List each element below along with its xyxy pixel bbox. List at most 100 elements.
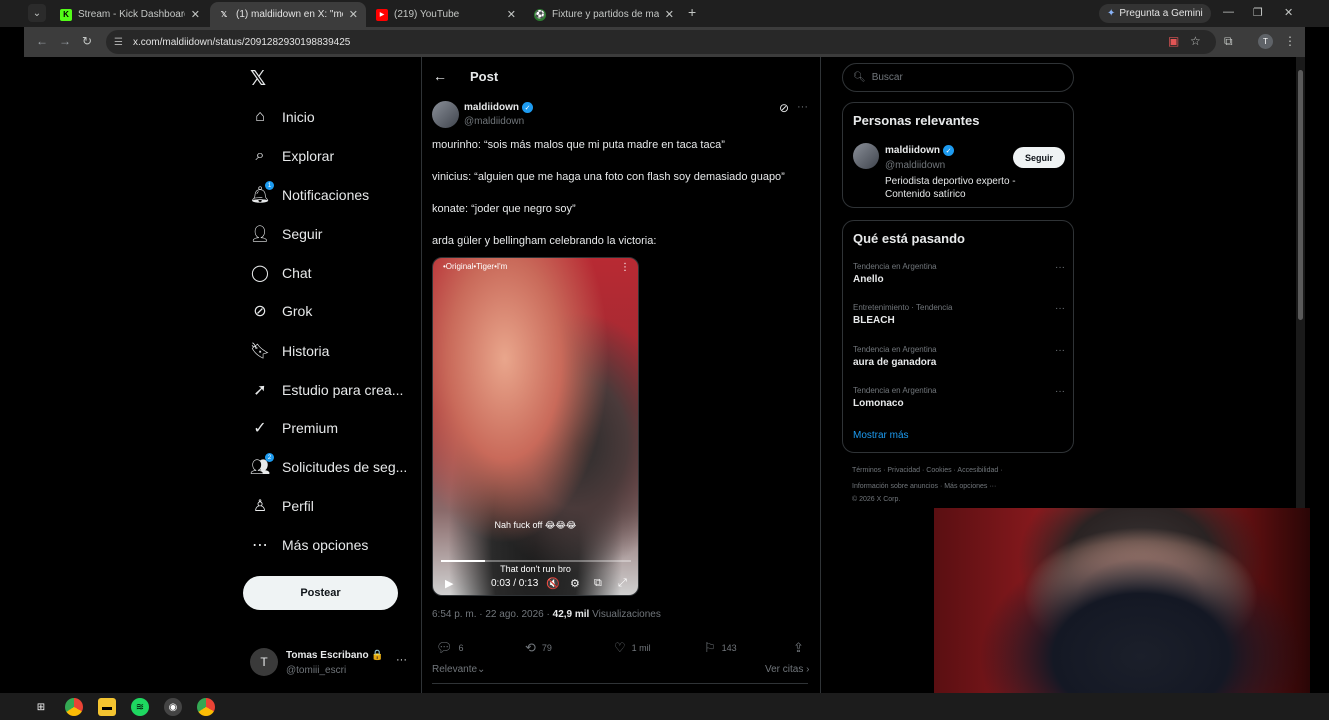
sidebar-item-solicitudes-de-seg[interactable]: 👥︎ 2 Solicitudes de seg...: [250, 453, 407, 479]
more-icon[interactable]: ···: [1055, 345, 1065, 356]
close-icon[interactable]: ✕: [507, 8, 516, 21]
sidebar-item-premium[interactable]: ✓ Premium: [250, 416, 338, 440]
search-icon: 🔍︎: [853, 72, 866, 83]
more-icon[interactable]: ···: [1055, 262, 1065, 273]
sidebar-item-más-opciones[interactable]: ⋯ Más opciones: [250, 533, 368, 557]
author-avatar[interactable]: [432, 101, 459, 128]
reload-icon[interactable]: ↻: [82, 34, 92, 48]
heart-icon: ♡: [614, 640, 626, 655]
site-info-icon[interactable]: ☰: [114, 37, 123, 48]
more-icon[interactable]: ···: [396, 654, 407, 666]
back-icon[interactable]: ←: [36, 34, 48, 48]
search-placeholder: Buscar: [871, 72, 903, 83]
chrome-icon[interactable]: [65, 698, 83, 716]
tab-search-button[interactable]: ⌄: [28, 4, 46, 22]
sidebar-item-explorar[interactable]: ⌕ Explorar: [250, 144, 335, 168]
sidebar-item-chat[interactable]: ◯ Chat: [250, 261, 312, 285]
post-meta: 6:54 p. m. · 22 ago. 2026 · 42,9 mil Vis…: [432, 609, 661, 620]
obs-icon[interactable]: ◉: [164, 698, 182, 716]
new-tab-button[interactable]: +: [688, 4, 696, 20]
page-title: Post: [470, 69, 499, 84]
author-handle[interactable]: @maldiidown: [464, 116, 524, 127]
sidebar-item-seguir[interactable]: 👤︎ Seguir: [250, 222, 323, 246]
relevant-user-handle[interactable]: @maldiidown: [885, 160, 945, 171]
tab-youtube[interactable]: ▶ (219) YouTube ✕: [368, 2, 524, 27]
account-switcher[interactable]: T Tomas Escribano 🔒 @tomiii_escri ···: [250, 648, 410, 680]
author-name[interactable]: maldiidown ✓: [464, 102, 533, 113]
close-icon[interactable]: ✕: [665, 8, 674, 21]
spotify-icon[interactable]: ≋: [131, 698, 149, 716]
trend-item[interactable]: Tendencia en Argentina Lomonaco ···: [853, 386, 1065, 409]
video-caption: Nah fuck off 😂😂😂: [494, 520, 577, 530]
sidebar-item-inicio[interactable]: ⌂ Inicio: [250, 105, 315, 129]
share-button[interactable]: ⇪: [793, 640, 804, 656]
kebab-menu-icon[interactable]: ⋮: [1284, 34, 1296, 48]
scrollbar-thumb[interactable]: [1298, 70, 1303, 320]
play-icon[interactable]: ▶: [445, 577, 453, 590]
avatar[interactable]: [853, 143, 879, 169]
tab-fixture[interactable]: ⚽ Fixture y partidos de mañana d ✕: [526, 2, 682, 27]
more-icon[interactable]: ···: [797, 101, 808, 113]
fullscreen-icon[interactable]: ⤢: [618, 577, 627, 590]
profile-avatar[interactable]: T: [1258, 34, 1273, 49]
relevant-user-name[interactable]: maldiidown ✓: [885, 145, 954, 156]
sidebar-item-label: Premium: [282, 420, 339, 436]
trend-item[interactable]: Entretenimiento · Tendencia BLEACH ···: [853, 303, 1065, 326]
repost-button[interactable]: ⟲ 79: [525, 640, 552, 656]
like-button[interactable]: ♡ 1 mil: [614, 640, 651, 656]
rocket-icon: ➚: [253, 382, 267, 399]
tab-x-post[interactable]: 𝕏 (1) maldiidown en X: "mourinho ✕: [210, 2, 366, 27]
pip-icon[interactable]: ⧉: [594, 577, 602, 590]
reply-button[interactable]: 💬︎ 6: [436, 640, 464, 656]
view-quotes-link[interactable]: Ver citas ›: [765, 664, 809, 675]
sidebar-item-historia[interactable]: 🔖︎ Historia: [250, 339, 330, 363]
fixture-icon: ⚽: [534, 8, 546, 21]
close-icon[interactable]: ✕: [349, 8, 358, 21]
minimize-icon[interactable]: —: [1223, 6, 1234, 18]
video-progress-bar[interactable]: [441, 560, 631, 562]
footer-links[interactable]: Información sobre anuncios · Más opcione…: [852, 483, 996, 490]
forward-icon[interactable]: →: [59, 34, 71, 48]
profile-icon: ♙: [252, 498, 268, 515]
bookmark-button[interactable]: ⚐ 143: [704, 640, 737, 656]
sidebar-item-label: Inicio: [282, 109, 315, 125]
trend-item[interactable]: Tendencia en Argentina Anello ···: [853, 262, 1065, 285]
post-timestamp[interactable]: 6:54 p. m. · 22 ago. 2026 ·: [432, 609, 553, 620]
sidebar-item-perfil[interactable]: ♙ Perfil: [250, 494, 314, 518]
close-icon[interactable]: ✕: [191, 8, 200, 21]
relevant-user-bio: Periodista deportivo experto - Contenido…: [885, 176, 1016, 200]
cast-icon[interactable]: ▣: [1168, 34, 1179, 48]
video-menu-icon[interactable]: ⋮: [620, 262, 630, 273]
avatar: T: [250, 648, 278, 676]
replies-sort-dropdown[interactable]: Relevante⌄: [432, 664, 485, 675]
star-icon[interactable]: ☆: [1190, 34, 1201, 48]
youtube-icon: ▶: [376, 8, 388, 21]
gemini-icon: ✦: [1107, 8, 1116, 19]
settings-icon[interactable]: ⚙: [570, 577, 580, 590]
video-player[interactable]: •Original•Tiger•I'm ⋮ Nah fuck off 😂😂😂 T…: [432, 257, 639, 596]
show-more-link[interactable]: Mostrar más: [853, 430, 909, 441]
trend-item[interactable]: Tendencia en Argentina aura de ganadora …: [853, 345, 1065, 368]
extensions-icon[interactable]: ⧉: [1224, 34, 1233, 49]
back-arrow-icon[interactable]: ←: [433, 68, 447, 84]
x-logo-icon[interactable]: 𝕏: [250, 66, 266, 91]
chrome-profile-icon[interactable]: [197, 698, 215, 716]
post-button[interactable]: Postear: [243, 576, 398, 610]
follow-button[interactable]: Seguir: [1013, 147, 1065, 168]
more-icon[interactable]: ···: [1055, 303, 1065, 314]
footer-links[interactable]: Términos · Privacidad · Cookies · Accesi…: [852, 467, 1003, 474]
close-window-icon[interactable]: ✕: [1284, 6, 1293, 19]
gemini-button[interactable]: ✦ Pregunta a Gemini: [1099, 4, 1211, 23]
search-input[interactable]: 🔍︎ Buscar: [842, 63, 1074, 92]
sidebar-item-estudio-para-crea[interactable]: ➚ Estudio para crea...: [250, 378, 403, 402]
sidebar-item-notificaciones[interactable]: 🔔︎ 1 Notificaciones: [250, 181, 369, 207]
grok-explain-icon[interactable]: ⊘: [779, 101, 789, 115]
more-icon[interactable]: ···: [1055, 386, 1065, 397]
windows-start-icon[interactable]: ⊞: [32, 698, 50, 716]
file-explorer-icon[interactable]: ▬: [98, 698, 116, 716]
mute-icon[interactable]: 🔇: [546, 577, 560, 590]
tab-kick[interactable]: K Stream - Kick Dashboard ✕: [52, 2, 208, 27]
restore-icon[interactable]: ❐: [1253, 6, 1263, 19]
sidebar-item-grok[interactable]: ⊘ Grok: [250, 299, 312, 323]
address-bar[interactable]: ☰ x.com/maldiidown/status/20912829301988…: [106, 30, 1216, 54]
